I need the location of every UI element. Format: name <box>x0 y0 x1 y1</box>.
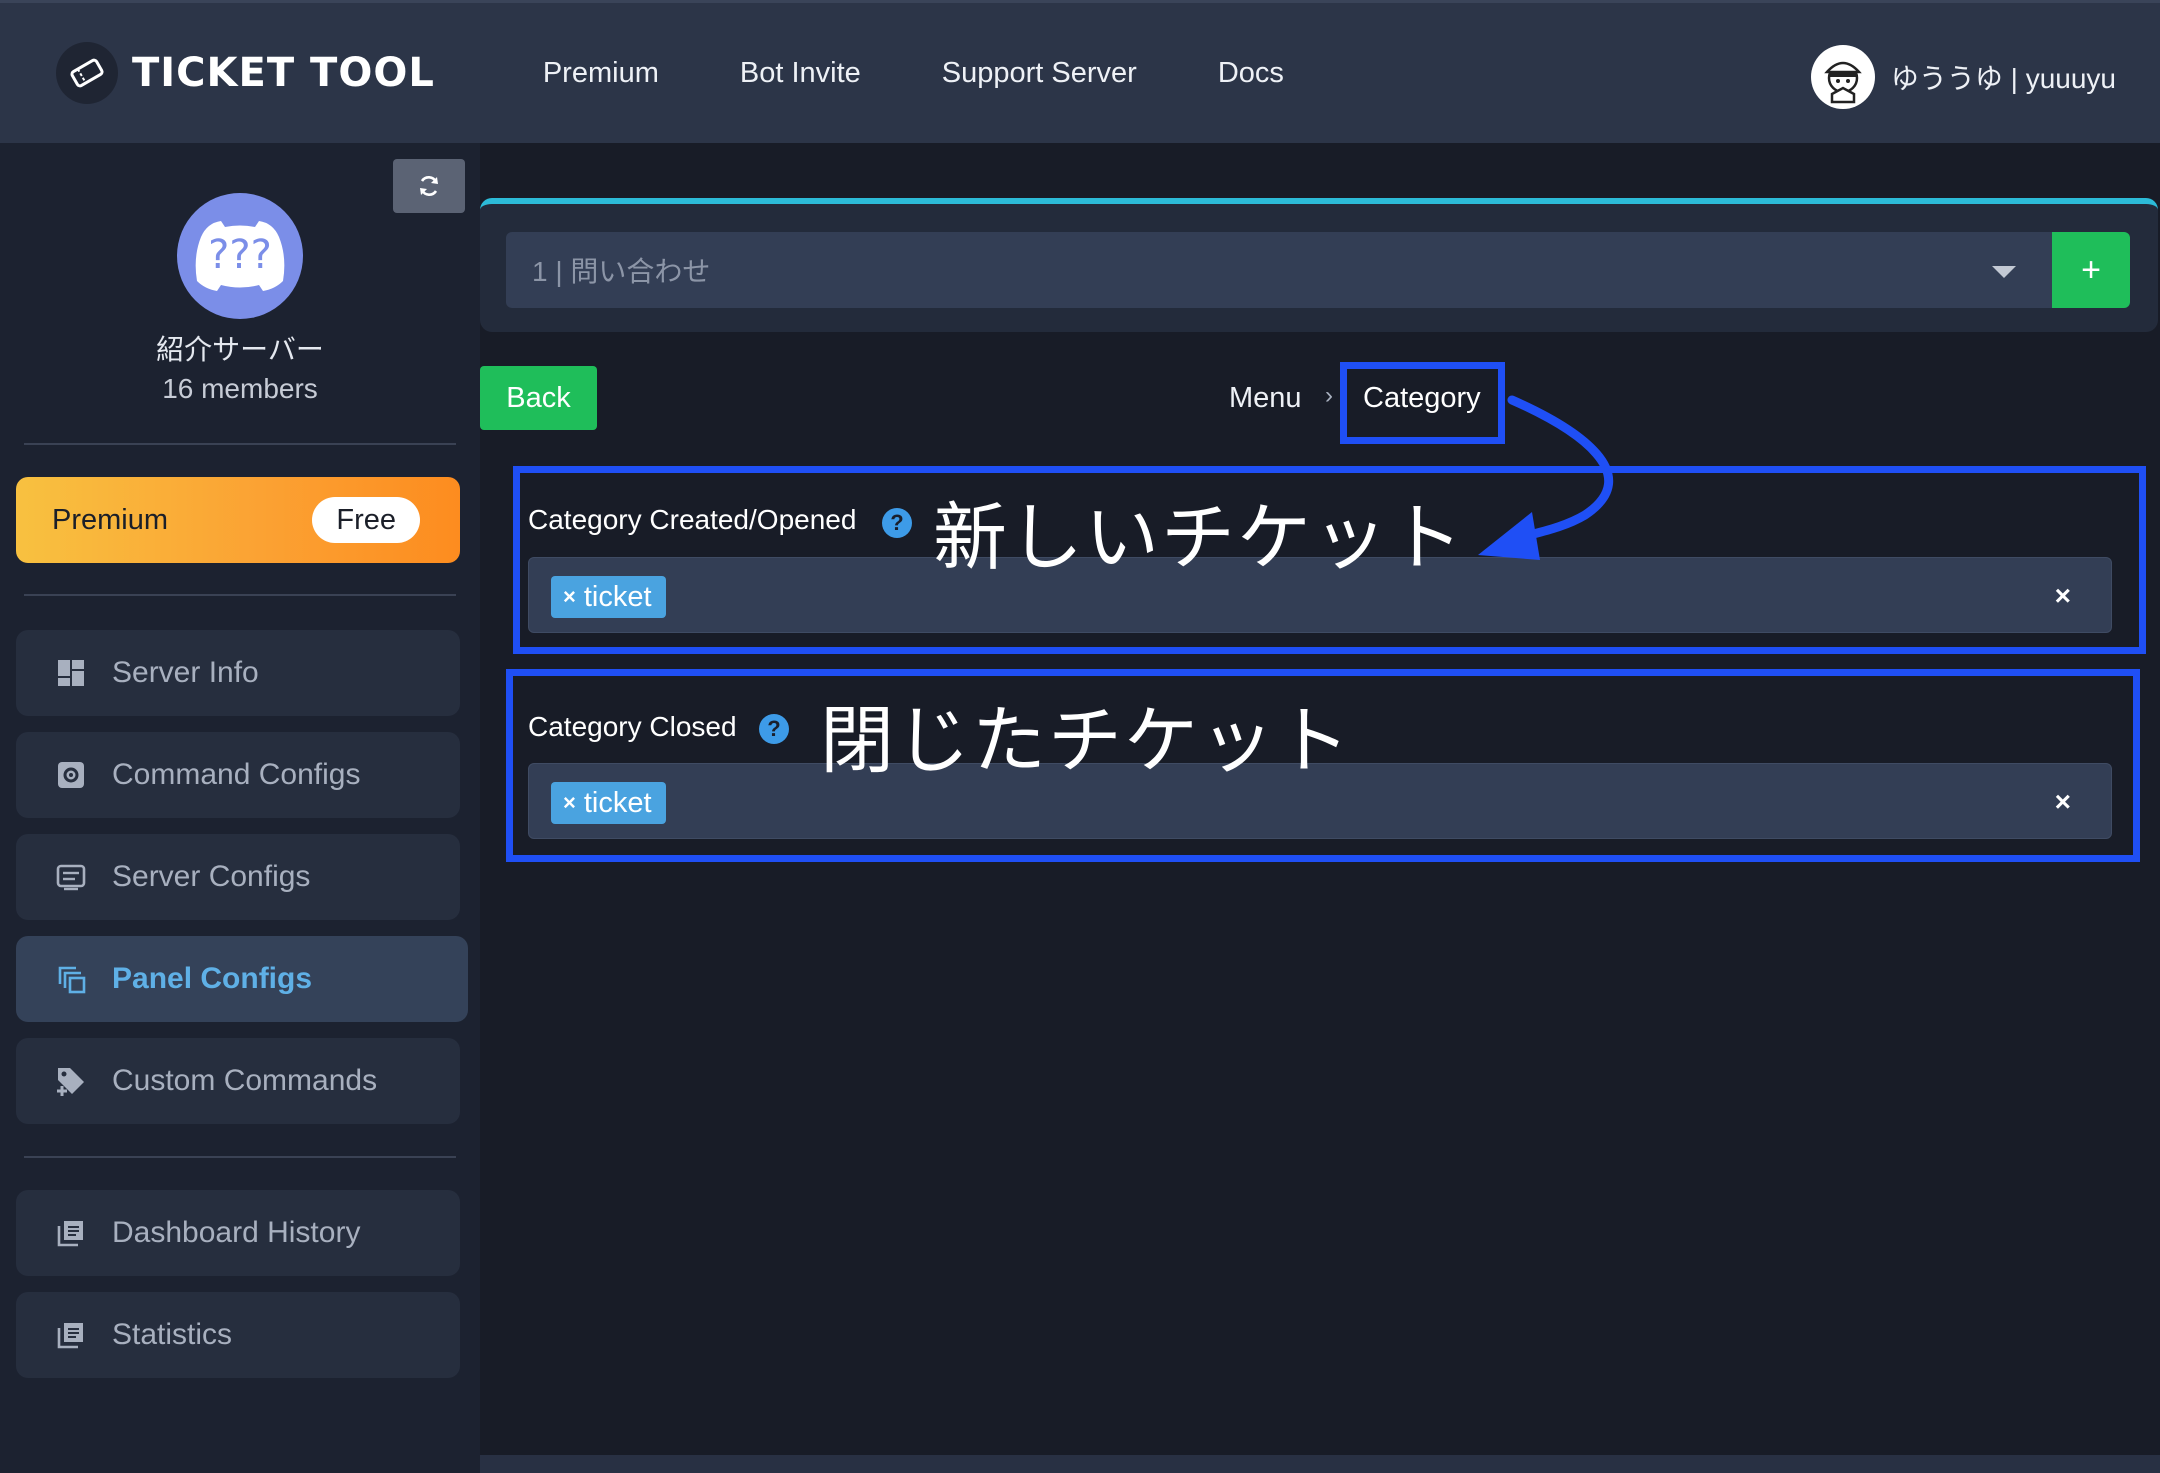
user-name: ゆううゆ | yuuuyu <box>1890 63 2116 94</box>
dashboard-icon <box>54 656 88 690</box>
nav-support-server[interactable]: Support Server <box>942 53 1137 93</box>
copy-panels-icon <box>54 962 88 996</box>
sidebar-item-custom-commands[interactable]: Custom Commands <box>16 1038 460 1124</box>
server-name: 紹介サーバー <box>156 334 324 365</box>
user-menu[interactable]: ゆううゆ | yuuuyu <box>1810 45 2116 109</box>
refresh-button[interactable] <box>393 159 465 213</box>
sidebar-item-label: Custom Commands <box>112 1064 378 1097</box>
nav-premium[interactable]: Premium <box>543 53 659 93</box>
tag-plus-icon <box>54 1064 88 1098</box>
sidebar-item-command-configs[interactable]: Command Configs <box>16 732 460 818</box>
panel-select-value: 1 | 問い合わせ <box>532 256 711 287</box>
panel-selector-card: 1 | 問い合わせ + <box>480 198 2158 332</box>
plan-badge: Free <box>312 497 420 543</box>
sidebar-item-statistics[interactable]: Statistics <box>16 1292 460 1378</box>
sidebar-item-label: Command Configs <box>112 758 361 791</box>
divider <box>24 1156 456 1158</box>
breadcrumb-menu[interactable]: Menu <box>1229 382 1302 415</box>
refresh-icon <box>420 176 438 196</box>
sidebar-item-label: Server Info <box>112 656 259 689</box>
chevron-down-icon <box>1992 266 2016 278</box>
nav-bot-invite[interactable]: Bot Invite <box>740 53 861 93</box>
premium-label: Premium <box>52 503 169 536</box>
sidebar-item-panel-configs[interactable]: Panel Configs <box>16 936 468 1022</box>
top-navbar: TICKET TOOL Premium Bot Invite Support S… <box>0 0 2160 143</box>
server-list-icon <box>54 860 88 894</box>
premium-card[interactable]: Premium Free <box>16 477 460 563</box>
server-avatar: ??? <box>177 193 303 319</box>
back-button[interactable]: Back <box>480 366 597 430</box>
sidebar-item-label: Panel Configs <box>112 962 313 995</box>
breadcrumb-separator: › <box>1325 382 1333 409</box>
brand-name: TICKET TOOL <box>132 50 435 96</box>
panel-select[interactable]: 1 | 問い合わせ <box>506 232 2052 308</box>
sidebar: ??? 紹介サーバー 16 members Premium Free Serve… <box>0 143 480 1473</box>
brand[interactable]: TICKET TOOL <box>56 42 435 104</box>
annotation-new-ticket: 新しいチケット <box>933 495 1465 581</box>
user-avatar <box>1810 45 1875 109</box>
add-panel-button[interactable]: + <box>2052 232 2130 308</box>
history-list-icon <box>54 1216 88 1250</box>
stats-list-icon <box>54 1318 88 1352</box>
main-nav: Premium Bot Invite Support Server Docs <box>543 53 1365 93</box>
sidebar-item-server-info[interactable]: Server Info <box>16 630 460 716</box>
annotation-closed-ticket: 閉じたチケット <box>820 698 1352 784</box>
sidebar-item-label: Statistics <box>112 1318 233 1351</box>
divider <box>24 594 456 596</box>
member-count: 16 members <box>162 373 318 404</box>
sidebar-item-server-configs[interactable]: Server Configs <box>16 834 460 920</box>
nav-docs[interactable]: Docs <box>1218 53 1284 93</box>
main-footer-strip <box>480 1455 2160 1473</box>
ticket-logo-icon <box>56 42 118 104</box>
divider <box>24 443 456 445</box>
svg-text:???: ??? <box>208 232 272 278</box>
sidebar-item-dashboard-history[interactable]: Dashboard History <box>16 1190 460 1276</box>
sidebar-item-label: Server Configs <box>112 860 311 893</box>
gear-box-icon <box>54 758 88 792</box>
sidebar-item-label: Dashboard History <box>112 1216 361 1249</box>
annotation-arrow-icon <box>1478 395 1613 560</box>
